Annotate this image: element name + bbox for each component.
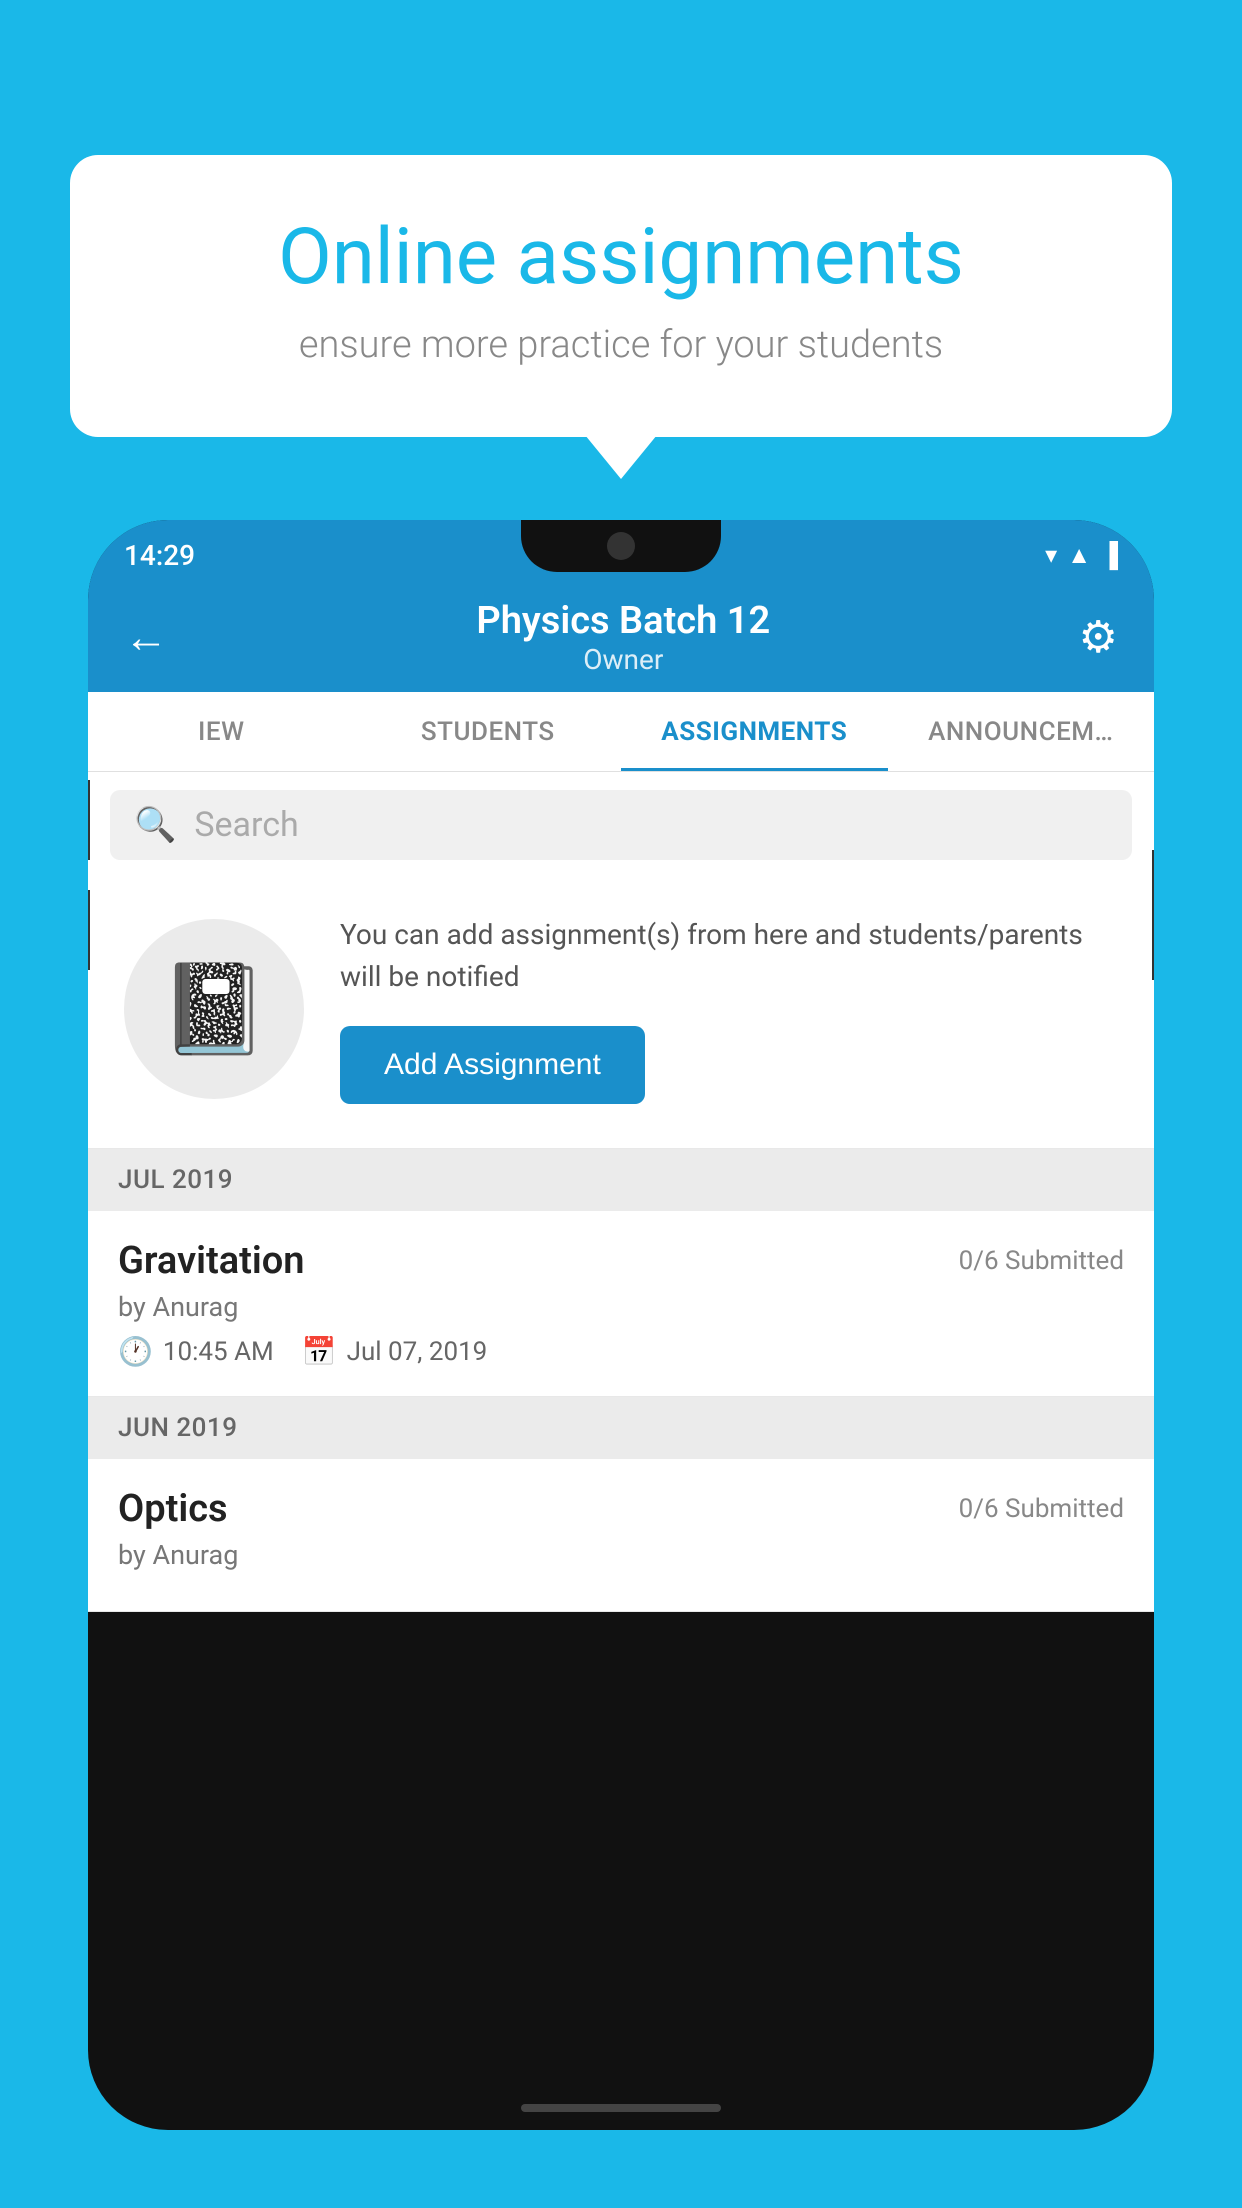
tab-bar: IEW STUDENTS ASSIGNMENTS ANNOUNCEM…	[88, 692, 1154, 772]
phone-home-indicator	[521, 2104, 721, 2112]
phone-frame: 14:29 ▾ ▲ ▐ ← Physics Batch 12 Owner ⚙ I…	[88, 520, 1154, 2130]
phone-scroll-content: 🔍 Search 📓 You can add assignment(s) fro…	[88, 772, 1154, 2130]
assignment-item-gravitation[interactable]: Gravitation 0/6 Submitted by Anurag 🕐 10…	[88, 1211, 1154, 1397]
assignment-date-value: Jul 07, 2019	[347, 1337, 488, 1367]
assignment-author: by Anurag	[118, 1291, 1124, 1323]
settings-button[interactable]: ⚙	[1079, 611, 1118, 663]
clock-icon: 🕐	[118, 1335, 153, 1368]
power-button	[1152, 850, 1154, 980]
search-icon: 🔍	[134, 805, 176, 845]
speech-bubble-container: Online assignments ensure more practice …	[70, 155, 1172, 437]
assignment-date: 📅 Jul 07, 2019	[302, 1335, 488, 1368]
tab-iew[interactable]: IEW	[88, 692, 355, 771]
search-placeholder: Search	[194, 805, 298, 845]
tab-students[interactable]: STUDENTS	[355, 692, 622, 771]
volume-down-button	[88, 890, 90, 970]
phone-camera	[607, 532, 635, 560]
batch-title: Physics Batch 12	[476, 599, 770, 643]
app-header: ← Physics Batch 12 Owner ⚙	[88, 582, 1154, 692]
phone-notch	[521, 520, 721, 572]
promo-icon-circle: 📓	[124, 919, 304, 1099]
assignment-time-value: 10:45 AM	[163, 1337, 274, 1367]
volume-up-button	[88, 780, 90, 860]
phone-mockup: 14:29 ▾ ▲ ▐ ← Physics Batch 12 Owner ⚙ I…	[88, 520, 1154, 2130]
wifi-icon: ▾	[1045, 541, 1057, 569]
promo-description: You can add assignment(s) from here and …	[340, 914, 1118, 998]
add-assignment-button[interactable]: Add Assignment	[340, 1026, 645, 1104]
speech-bubble-title: Online assignments	[140, 215, 1102, 301]
assignment-time: 🕐 10:45 AM	[118, 1335, 274, 1368]
assignment-header-optics: Optics 0/6 Submitted	[118, 1487, 1124, 1531]
promo-content: You can add assignment(s) from here and …	[340, 914, 1118, 1104]
assignment-submitted-optics: 0/6 Submitted	[959, 1494, 1124, 1524]
calendar-icon: 📅	[302, 1335, 337, 1368]
promo-icon: 📓	[159, 958, 269, 1061]
tab-announcements[interactable]: ANNOUNCEM…	[888, 692, 1155, 771]
assignment-title-optics: Optics	[118, 1487, 228, 1531]
assignment-meta: 🕐 10:45 AM 📅 Jul 07, 2019	[118, 1335, 1124, 1368]
back-button[interactable]: ←	[124, 611, 168, 663]
speech-bubble-subtitle: ensure more practice for your students	[140, 323, 1102, 367]
header-title-area: Physics Batch 12 Owner	[476, 599, 770, 676]
assignment-item-optics[interactable]: Optics 0/6 Submitted by Anurag	[88, 1459, 1154, 1612]
status-icons: ▾ ▲ ▐	[1045, 541, 1118, 570]
promo-card: 📓 You can add assignment(s) from here an…	[88, 878, 1154, 1149]
month-separator-jul: JUL 2019	[88, 1149, 1154, 1211]
assignment-header: Gravitation 0/6 Submitted	[118, 1239, 1124, 1283]
speech-bubble: Online assignments ensure more practice …	[70, 155, 1172, 437]
search-bar[interactable]: 🔍 Search	[110, 790, 1132, 860]
tab-assignments[interactable]: ASSIGNMENTS	[621, 692, 888, 771]
batch-role: Owner	[476, 643, 770, 676]
search-container: 🔍 Search	[88, 772, 1154, 878]
status-time: 14:29	[124, 539, 195, 572]
battery-icon: ▐	[1101, 541, 1118, 570]
month-separator-jun: JUN 2019	[88, 1397, 1154, 1459]
assignment-author-optics: by Anurag	[118, 1539, 1124, 1571]
signal-icon: ▲	[1067, 541, 1091, 570]
assignment-submitted: 0/6 Submitted	[959, 1246, 1124, 1276]
assignment-title: Gravitation	[118, 1239, 305, 1283]
